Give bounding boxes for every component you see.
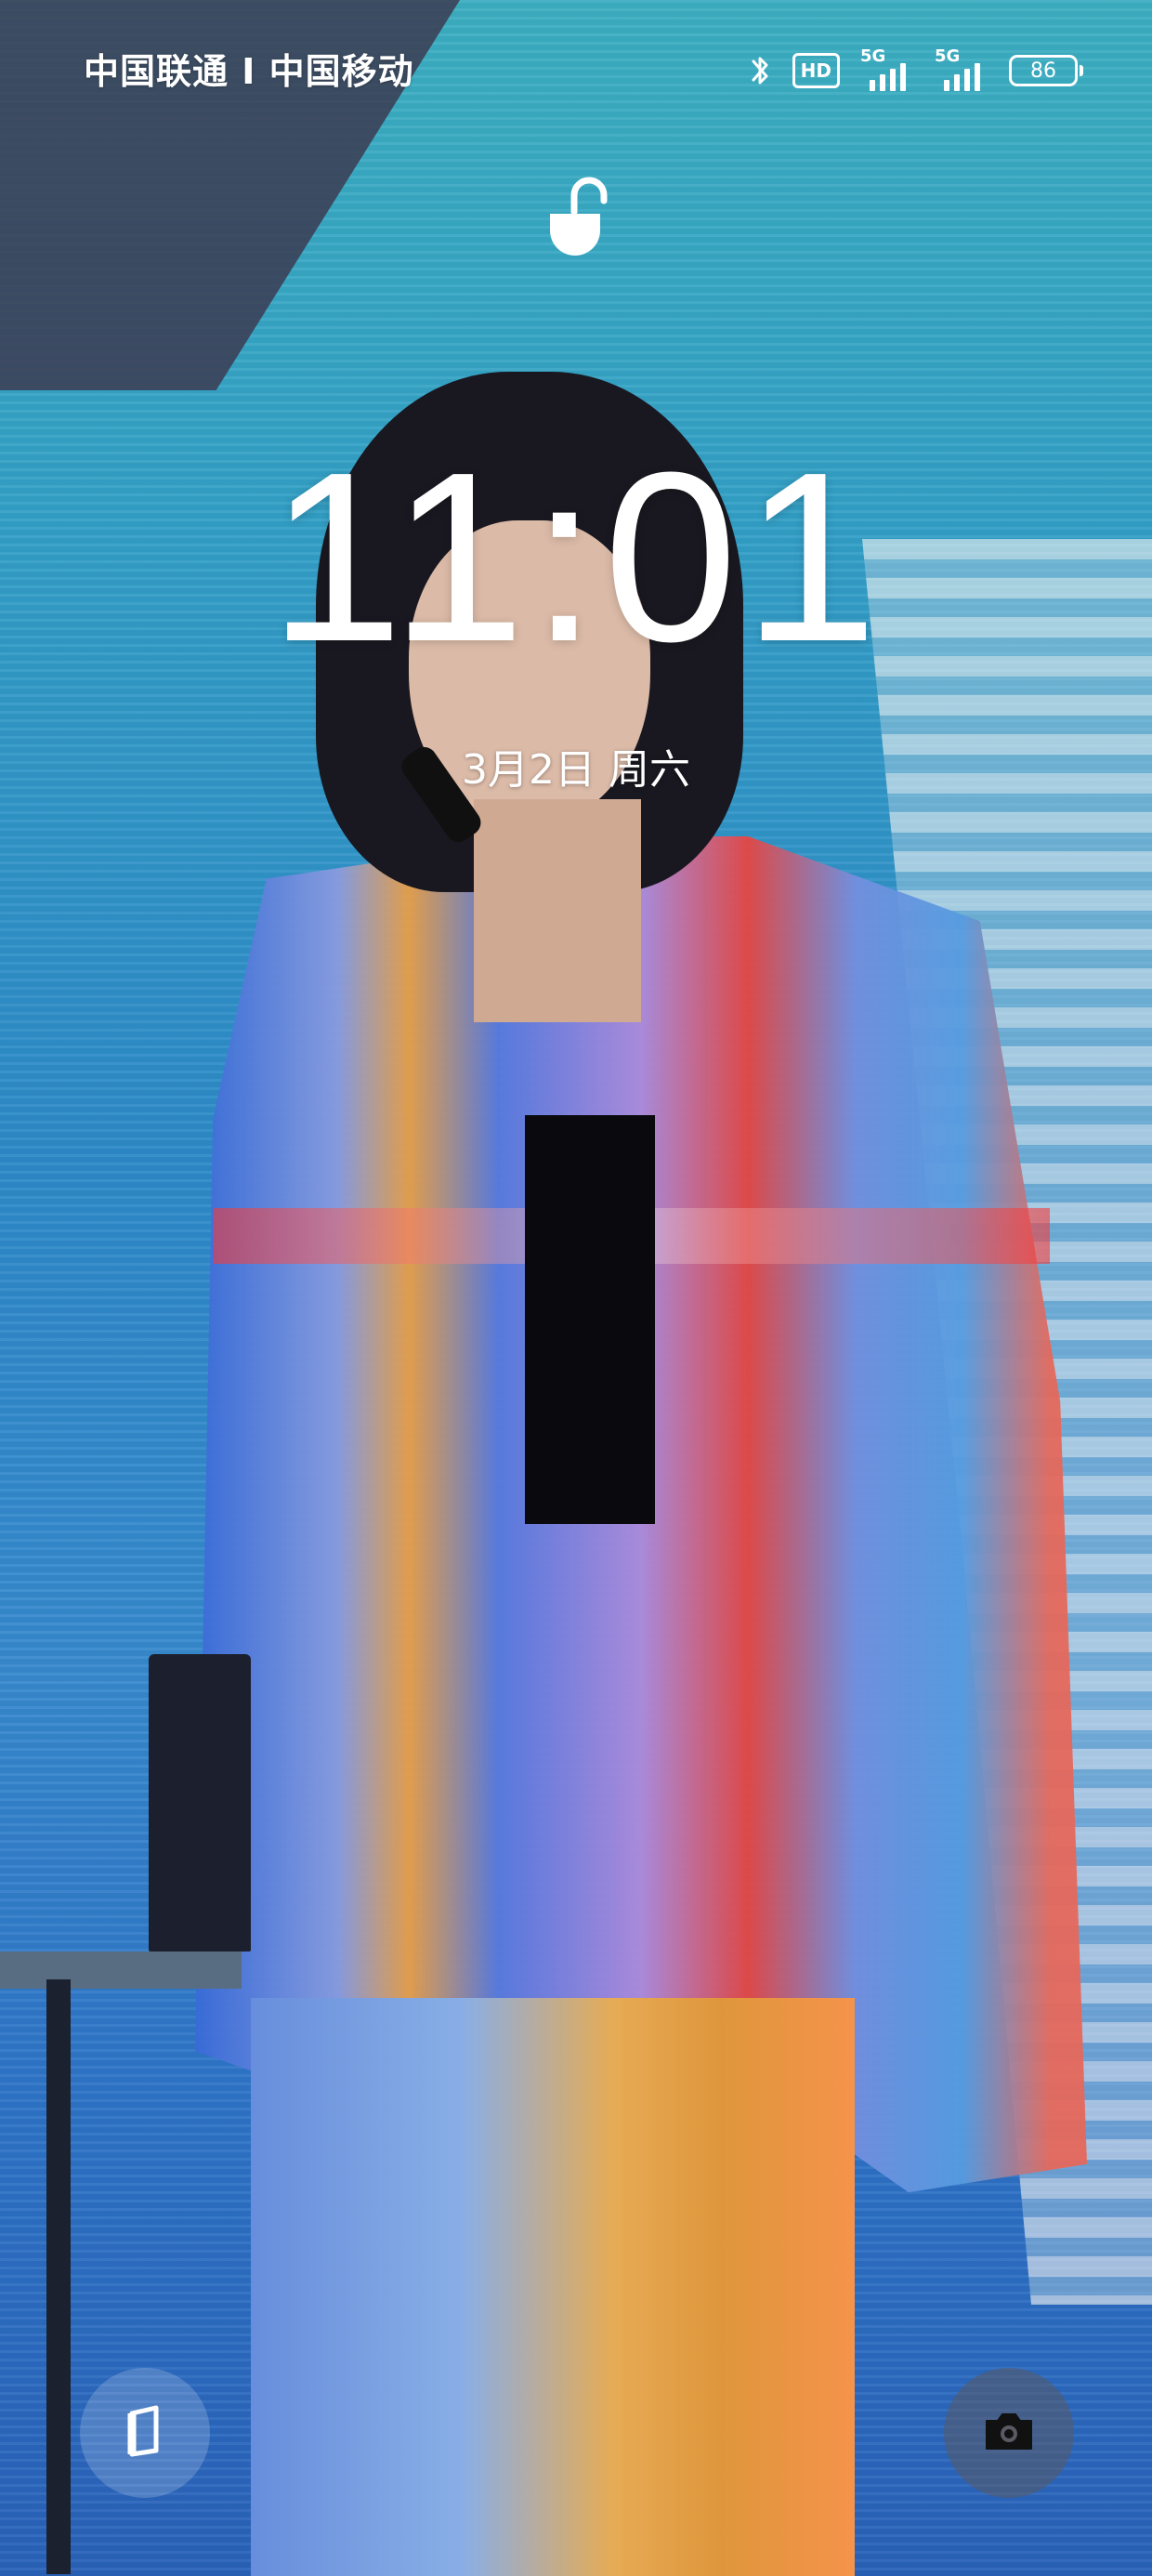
hd-voice-icon: HD [792,53,840,88]
status-icons: HD 5G 5G 86 [750,46,1083,91]
status-bar: 中国联通 I 中国移动 HD 5G 5G 86 [0,0,1152,139]
card-icon [124,2404,165,2462]
clock-date: 3月2日 周六 [462,746,690,794]
sim2-signal-icon: 5G [935,46,988,91]
bluetooth-icon [750,52,772,89]
clock-time: 11:01 [268,423,884,692]
wallpaper-dim [0,0,1152,2576]
carrier-label: 中国联通 I 中国移动 [84,51,414,92]
card-shortcut-button[interactable] [80,2368,210,2498]
sim1-signal-icon: 5G [860,46,914,91]
camera-shortcut-button[interactable] [944,2368,1074,2498]
hd-label: HD [800,59,831,82]
battery-icon: 86 [1009,55,1083,86]
battery-level: 86 [1030,59,1056,83]
wallpaper [0,0,1152,2576]
unlock-icon[interactable] [544,173,619,256]
camera-icon [983,2410,1035,2456]
